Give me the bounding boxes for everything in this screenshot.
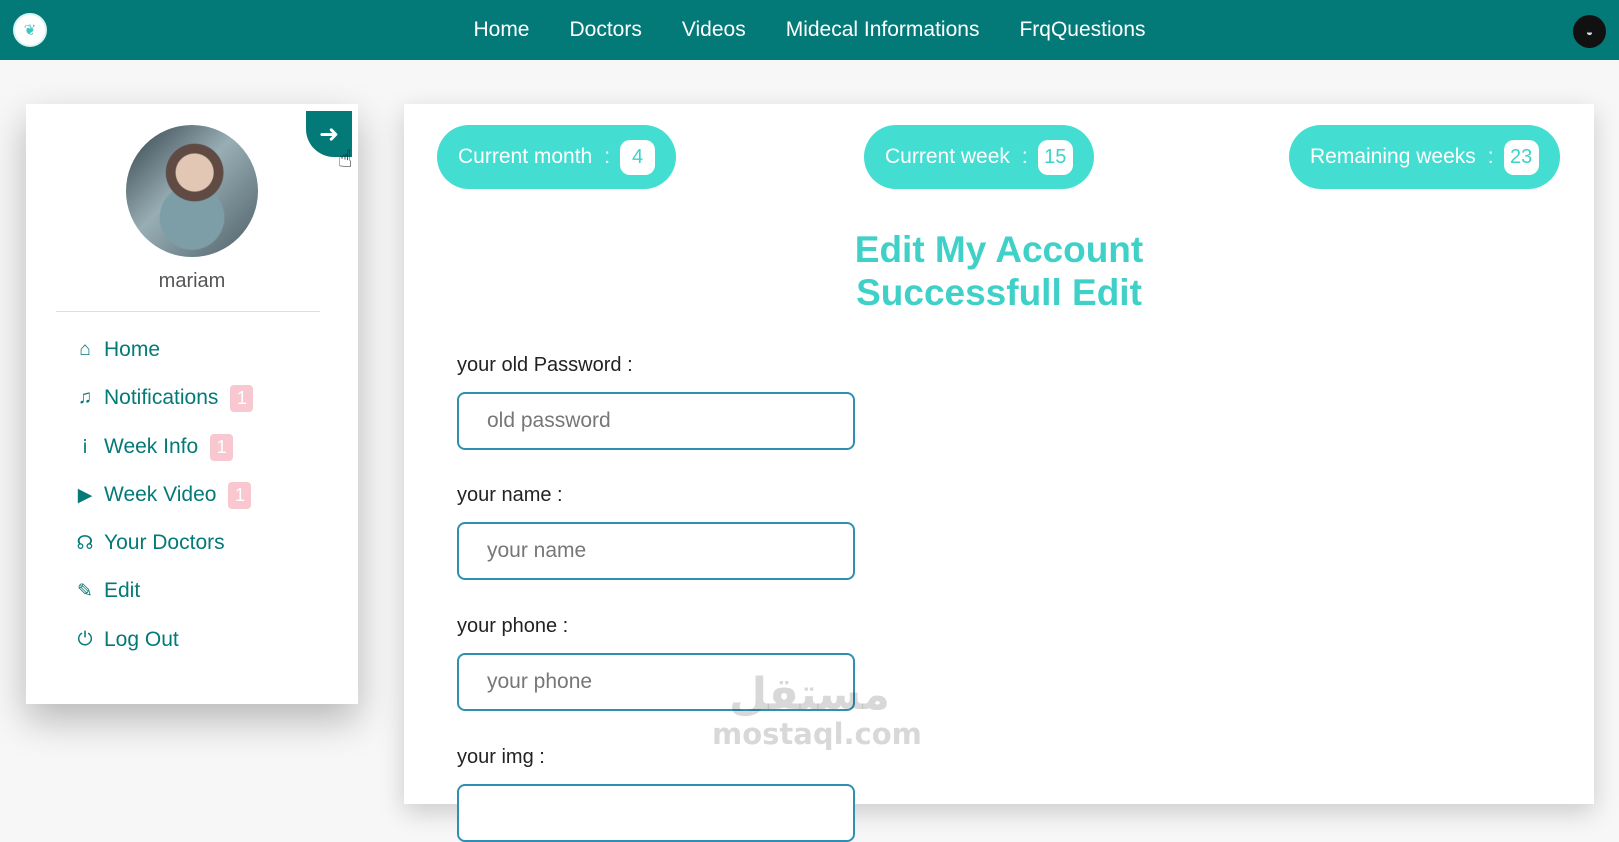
- old-password-input[interactable]: [457, 392, 855, 450]
- hand-pointer-icon: ☝: [338, 146, 353, 173]
- nav-link-medical-informations[interactable]: Midecal Informations: [786, 18, 980, 42]
- phone-label: your phone :: [457, 615, 569, 637]
- success-message: Successfull Edit: [856, 272, 1142, 313]
- sidebar-item-your-doctors[interactable]: ☊ Your Doctors: [71, 526, 225, 560]
- avatar: [126, 125, 258, 257]
- home-icon: ⌂: [79, 339, 91, 360]
- sidebar-item-label: Your Doctors: [104, 531, 225, 554]
- stat-label: Current month: [458, 145, 593, 168]
- image-label: your img :: [457, 746, 545, 768]
- info-icon: ⅰ: [82, 436, 88, 458]
- watermark-arabic: مستقل: [729, 669, 890, 720]
- stat-value: 4: [620, 139, 656, 175]
- username: mariam: [158, 270, 226, 292]
- notification-badge: 1: [210, 433, 234, 461]
- name-label: your name :: [457, 484, 563, 506]
- watermark-latin: mostaql.com: [712, 717, 922, 751]
- sidebar-item-label: Notifications: [104, 386, 219, 409]
- user-profile-icon[interactable]: ◒: [1573, 15, 1606, 48]
- sidebar: ➜ ☝ mariam ⌂ Home ♫ Notifications 1 ⅰ We…: [26, 104, 358, 704]
- image-input[interactable]: [457, 784, 855, 842]
- sidebar-item-week-info[interactable]: ⅰ Week Info 1: [71, 430, 234, 464]
- sidebar-item-label: Edit: [104, 579, 141, 602]
- stethoscope-icon: ☊: [76, 532, 94, 554]
- sidebar-item-logout[interactable]: ⏻ Log Out: [71, 623, 179, 657]
- main-nav: Home Doctors Videos Midecal Informations…: [0, 0, 1619, 60]
- sidebar-item-notifications[interactable]: ♫ Notifications 1: [71, 381, 254, 415]
- notification-badge: 1: [230, 384, 254, 412]
- nav-link-home[interactable]: Home: [473, 18, 529, 42]
- notification-badge: 1: [228, 481, 252, 509]
- page-title: Edit My Account: [854, 229, 1144, 270]
- stat-label: Remaining weeks: [1310, 145, 1476, 168]
- stat-value: 23: [1503, 139, 1539, 175]
- power-icon: ⏻: [77, 629, 93, 650]
- divider: [56, 311, 320, 312]
- nav-link-videos[interactable]: Videos: [682, 18, 746, 42]
- stat-current-month: Current month : 4: [437, 125, 677, 189]
- sidebar-item-home[interactable]: ⌂ Home: [71, 333, 160, 367]
- old-password-label: your old Password :: [457, 354, 633, 376]
- stat-remaining-weeks: Remaining weeks : 23: [1289, 125, 1560, 189]
- sidebar-item-label: Week Info: [104, 435, 199, 458]
- sidebar-item-label: Log Out: [104, 628, 179, 651]
- sidebar-item-edit[interactable]: ✎ Edit: [71, 574, 140, 608]
- bell-icon: ♫: [77, 387, 93, 408]
- sidebar-item-label: Home: [104, 338, 161, 361]
- stat-separator: :: [1487, 145, 1494, 168]
- stat-current-week: Current week : 15: [864, 125, 1094, 189]
- stat-value: 15: [1037, 139, 1073, 175]
- top-navbar: ❦ Home Doctors Videos Midecal Informatio…: [0, 0, 1619, 60]
- stat-separator: :: [604, 145, 611, 168]
- nav-link-faq[interactable]: FrqQuestions: [1019, 18, 1145, 42]
- sidebar-item-week-video[interactable]: ▶ Week Video 1: [71, 478, 252, 512]
- play-icon: ▶: [77, 484, 93, 506]
- edit-icon: ✎: [77, 580, 93, 602]
- stat-label: Current week: [885, 145, 1010, 168]
- name-input[interactable]: [457, 522, 855, 580]
- watermark: مستقل mostaql.com: [712, 669, 922, 751]
- nav-link-doctors[interactable]: Doctors: [570, 18, 642, 42]
- sidebar-item-label: Week Video: [104, 483, 217, 506]
- main-content: Current month : 4 Current week : 15 Rema…: [404, 104, 1594, 842]
- stat-separator: :: [1021, 145, 1028, 168]
